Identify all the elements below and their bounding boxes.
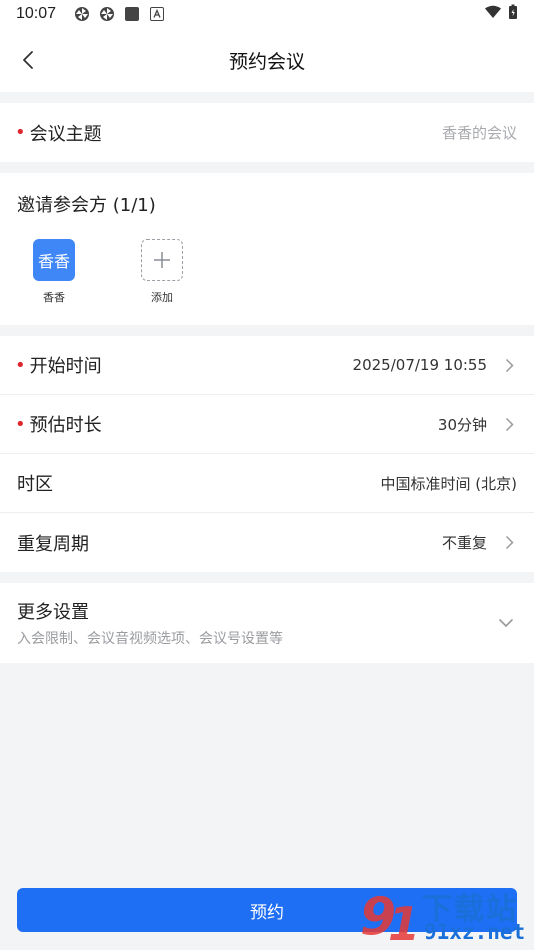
subject-section: • 会议主题 香香的会议 (0, 103, 534, 162)
start-time-row[interactable]: • 开始时间 2025/07/19 10:55 (0, 336, 534, 395)
start-time-label: 开始时间 (29, 356, 102, 377)
start-time-value-group[interactable]: 2025/07/19 10:55 (353, 355, 517, 375)
start-time-value: 2025/07/19 10:55 (352, 356, 487, 374)
chevron-down-icon[interactable] (495, 612, 517, 634)
timezone-label: 时区 (17, 474, 53, 495)
subject-row[interactable]: • 会议主题 香香的会议 (0, 103, 534, 162)
avatar[interactable]: 香香 (33, 239, 75, 281)
watermark-logo: 9 1 下载站 91xz.net (358, 884, 530, 950)
chevron-right-icon (499, 414, 519, 434)
subject-input[interactable]: 香香的会议 (442, 122, 517, 143)
invite-title: 邀请参会方 (1/1) (17, 195, 156, 216)
invite-section: 邀请参会方 (1/1) 香香 香香 添加 (0, 173, 534, 325)
a-badge-icon (149, 6, 165, 22)
repeat-label: 重复周期 (17, 533, 89, 555)
timezone-value: 中国标准时间 (北京) (380, 474, 517, 493)
member-item[interactable]: 香香 香香 (32, 239, 76, 305)
pinwheel-icon (74, 6, 90, 22)
chevron-right-icon (499, 533, 519, 553)
more-settings-title: 更多设置 (17, 602, 89, 623)
duration-value-group[interactable]: 30分钟 (438, 414, 517, 435)
required-dot: • (15, 413, 26, 435)
duration-label: 预估时长 (29, 415, 102, 436)
add-member-label: 添加 (151, 291, 173, 304)
settings-section: • 开始时间 2025/07/19 10:55 • 预估时长 30分钟 时区 中… (0, 336, 534, 572)
status-bar: 10:07 (0, 0, 534, 28)
plus-icon[interactable] (141, 239, 183, 281)
repeat-value-group[interactable]: 不重复 (442, 532, 517, 553)
watermark-text-bottom: 91xz.net (424, 920, 526, 944)
add-member-button[interactable]: 添加 (140, 239, 184, 305)
repeat-row[interactable]: 重复周期 不重复 (0, 513, 534, 572)
more-settings-row[interactable]: 更多设置 入会限制、会议音视频选项、会议号设置等 (0, 583, 534, 663)
battery-icon (508, 4, 518, 24)
timezone-row[interactable]: 时区 中国标准时间 (北京) (0, 454, 534, 513)
duration-label-group: • 预估时长 (15, 411, 102, 437)
pinwheel-icon (99, 6, 115, 22)
duration-value: 30分钟 (437, 415, 487, 434)
more-settings-texts: 更多设置 入会限制、会议音视频选项、会议号设置等 (17, 598, 283, 648)
repeat-value: 不重复 (441, 534, 487, 552)
square-icon (124, 6, 140, 22)
duration-row[interactable]: • 预估时长 30分钟 (0, 395, 534, 454)
start-time-label-group: • 开始时间 (15, 352, 102, 378)
status-time: 10:07 (16, 5, 57, 22)
chevron-right-icon (499, 355, 519, 375)
wifi-icon (484, 5, 502, 23)
page-title: 预约会议 (228, 50, 305, 73)
required-dot: • (15, 354, 26, 376)
required-dot: • (15, 122, 26, 143)
member-name: 香香 (43, 291, 65, 304)
more-settings-subtitle: 入会限制、会议音视频选项、会议号设置等 (17, 631, 283, 647)
subject-label: 会议主题 (29, 123, 102, 145)
nav-bar: 预约会议 (0, 28, 534, 92)
subject-label-group: • 会议主题 (15, 120, 102, 146)
svg-text:1: 1 (388, 897, 420, 948)
chevron-left-icon[interactable] (12, 44, 44, 76)
member-list: 香香 香香 添加 (17, 239, 517, 305)
